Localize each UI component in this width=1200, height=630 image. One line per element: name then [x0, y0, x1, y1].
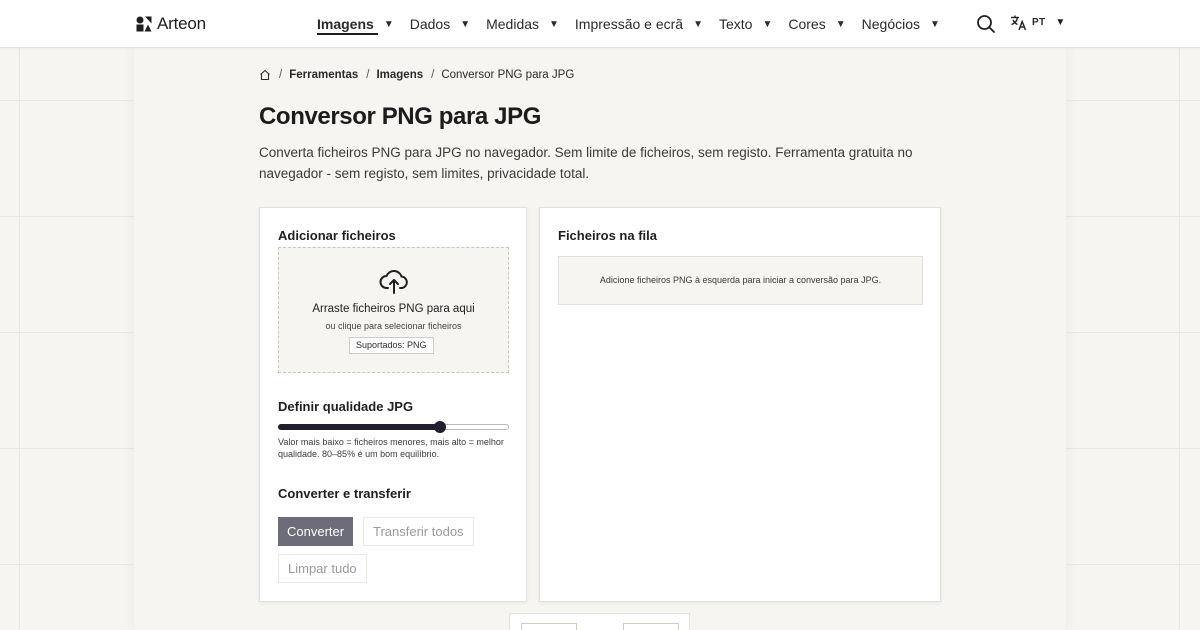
breadcrumb-item-ferramentas[interactable]: Ferramentas [289, 69, 358, 81]
logo[interactable]: Arteon [136, 14, 206, 34]
nav-item-texto[interactable]: Texto ▼ [719, 0, 772, 48]
translate-icon [1011, 15, 1027, 31]
breadcrumb-separator: / [431, 69, 435, 81]
caret-down-icon: ▼ [383, 18, 394, 30]
slider-thumb[interactable] [433, 421, 446, 433]
caret-down-icon: ▼ [460, 18, 471, 30]
page-title: Conversor PNG para JPG [259, 103, 541, 130]
top-navigation-bar: Arteon Imagens ▼ Dados ▼ Medidas ▼ Impre… [0, 0, 1200, 48]
caret-down-icon: ▼ [1055, 17, 1066, 28]
nav-label: Cores [788, 16, 826, 32]
nav-label: Negócios [861, 16, 921, 32]
file-dropzone[interactable]: Arraste ficheiros PNG para aqui ou cliqu… [278, 247, 509, 373]
breadcrumb-home[interactable] [259, 69, 271, 81]
convert-download-heading: Converter e transferir [278, 486, 411, 501]
caret-down-icon: ▼ [762, 18, 773, 30]
bottom-control-box [509, 613, 690, 630]
dropzone-title: Arraste ficheiros PNG para aqui [312, 303, 475, 315]
supported-formats-badge: Suportados: PNG [349, 337, 434, 354]
file-queue-card: Ficheiros na fila Adicione ficheiros PNG… [539, 207, 941, 602]
home-icon [260, 69, 270, 81]
clear-all-button[interactable]: Limpar tudo [278, 554, 367, 583]
nav-label: Imagens [317, 16, 374, 32]
nav-label: Dados [409, 16, 451, 32]
download-all-button[interactable]: Transferir todos [363, 517, 474, 546]
slider-fill [278, 424, 440, 430]
breadcrumb-separator: / [279, 69, 283, 81]
nav-label: Medidas [486, 16, 540, 32]
bottom-button-right[interactable] [623, 623, 679, 630]
nav-item-imagens[interactable]: Imagens ▼ [317, 0, 394, 48]
dropzone-subtitle: ou clique para selecionar ficheiros [325, 321, 462, 331]
nav-label: Impressão e ecrã [574, 16, 684, 32]
quality-slider[interactable] [278, 421, 509, 433]
main-panel: / Ferramentas / Imagens / Conversor PNG … [134, 48, 1066, 630]
caret-down-icon: ▼ [930, 18, 940, 30]
quality-heading: Definir qualidade JPG [278, 399, 414, 414]
nav-item-negocios[interactable]: Negócios ▼ [862, 0, 940, 48]
breadcrumb-item-imagens[interactable]: Imagens [376, 69, 423, 81]
caret-down-icon: ▼ [835, 18, 846, 30]
main-nav: Imagens ▼ Dados ▼ Medidas ▼ Impressão e … [317, 0, 956, 48]
breadcrumb-item-current: Conversor PNG para JPG [441, 69, 575, 81]
nav-item-cores[interactable]: Cores ▼ [788, 0, 845, 48]
page-description: Converta ficheiros PNG para JPG no naveg… [259, 145, 913, 181]
language-code: PT [1032, 17, 1046, 28]
nav-item-medidas[interactable]: Medidas ▼ [486, 0, 559, 48]
convert-button[interactable]: Converter [278, 517, 354, 546]
caret-down-icon: ▼ [693, 18, 703, 30]
nav-label: Texto [719, 16, 753, 32]
nav-item-dados[interactable]: Dados ▼ [410, 0, 470, 48]
breadcrumb: / Ferramentas / Imagens / Conversor PNG … [259, 69, 574, 81]
caret-down-icon: ▼ [549, 18, 559, 30]
queue-heading: Ficheiros na fila [558, 228, 657, 243]
language-selector[interactable]: PT ▼ [1010, 14, 1065, 31]
cloud-upload-icon [379, 270, 408, 294]
bottom-button-left[interactable] [521, 623, 577, 630]
breadcrumb-separator: / [366, 69, 370, 81]
nav-item-impressao[interactable]: Impressão e ecrã ▼ [575, 0, 703, 48]
converter-controls-card: Adicionar ficheiros Arraste ficheiros PN… [259, 207, 527, 602]
quality-hint: Valor mais baixo = ficheiros menores, ma… [278, 437, 504, 459]
logo-text: Arteon [157, 14, 206, 33]
add-files-heading: Adicionar ficheiros [278, 228, 396, 243]
queue-empty-state: Adicione ficheiros PNG à esquerda para i… [558, 256, 923, 305]
search-icon [977, 15, 995, 33]
logo-icon [136, 16, 152, 32]
search-button[interactable] [976, 14, 996, 34]
